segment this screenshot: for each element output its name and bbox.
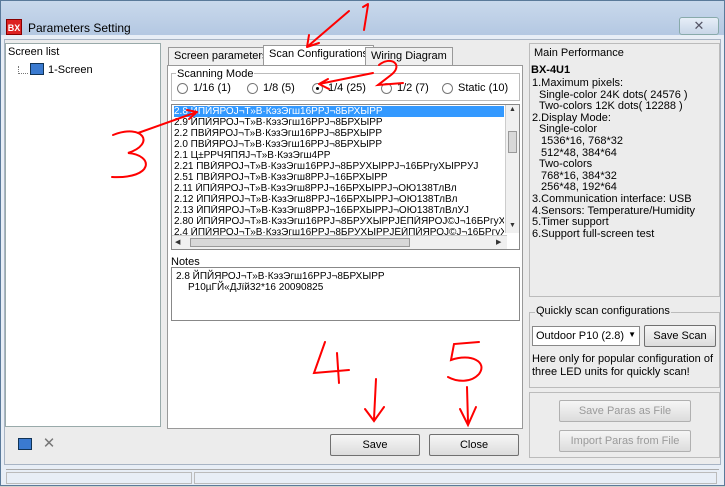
tree-connector [18, 66, 28, 74]
performance-line: Two-colors [539, 158, 593, 171]
performance-line: 6.Support full-screen test [532, 227, 655, 240]
app-logo-icon: BX [6, 19, 22, 35]
list-item[interactable]: 2.0 ПВЙЯРОЈ¬Т»В·КэзЭгш16РРЈ¬8БРХЫРР [174, 139, 504, 150]
monitor-icon [30, 63, 44, 75]
list-item[interactable]: 2.2 ПВЙЯРОЈ¬Т»В·КэзЭгш16РРЈ¬8БРХЫРР [174, 128, 504, 139]
horizontal-scroll-thumb[interactable] [190, 238, 410, 247]
vertical-scrollbar[interactable]: ▲ ▼ [505, 105, 519, 233]
list-item-selected[interactable]: 2.8 ЙПЙЯРОЈ¬Т»В·КэзЭгш16РРЈ¬8БРХЫРР [174, 106, 504, 117]
performance-line: 256*48, 192*64 [541, 181, 617, 194]
screen-list-panel: Screen list 1-Screen [5, 43, 161, 427]
radio-dot [442, 82, 453, 94]
radio-dot [177, 82, 188, 94]
list-item[interactable]: 2.51 ПВЙЯРОЈ¬Т»В·КэзЭгш8РРЈ¬16БРХЫРР [174, 172, 504, 183]
radio-label: 1/2 (7) [397, 82, 429, 94]
performance-line: Two-colors 12K dots( 12288 ) [539, 100, 683, 113]
tree-item-screen[interactable]: 1-Screen [48, 64, 93, 76]
radio-dot [381, 82, 392, 94]
screen-list-header: Screen list [8, 46, 60, 58]
quick-scan-select[interactable]: Outdoor P10 (2.8) ▼ [532, 326, 640, 346]
performance-line: Single-color [539, 123, 598, 136]
window-title: Parameters Setting [28, 21, 131, 35]
performance-line: 1.Maximum pixels: [532, 77, 624, 89]
quick-scan-title: Quickly scan configurations [535, 305, 671, 317]
scanning-mode-label: Scanning Mode [176, 68, 255, 80]
radio-label: 1/8 (5) [263, 82, 295, 94]
radio-static[interactable]: Static (10) [442, 82, 508, 94]
window-close-button[interactable]: ✕ [679, 17, 719, 35]
chevron-down-icon[interactable]: ▼ [628, 330, 636, 339]
parameters-window: BX Parameters Setting ✕ Screen list 1-Sc… [0, 0, 725, 486]
note-line: P10µГЙ«ДЈїй32*16 20090825 [188, 282, 324, 293]
list-item[interactable]: 2.12 ЙПЙЯРОЈ¬Т»В·КэзЭгш8РРЈ¬16БРХЫРРЈ¬ОЮ… [174, 194, 504, 205]
performance-line: 3.Communication interface: USB [532, 193, 692, 205]
radio-label: Static (10) [458, 82, 509, 94]
status-segment [194, 472, 717, 484]
save-paras-button[interactable]: Save Paras as File [559, 400, 691, 422]
model-name: BX-4U1 [531, 64, 571, 76]
tab-wiring-diagram[interactable]: Wiring Diagram [365, 47, 453, 65]
status-bar [6, 469, 719, 485]
radio-label: 1/16 (1) [193, 82, 231, 94]
radio-1-16[interactable]: 1/16 (1) [177, 82, 231, 94]
radio-dot-selected [312, 82, 323, 94]
list-item[interactable]: 2.11 ЙПЙЯРОЈ¬Т»В·КэзЭгш8РРЈ¬16БРХЫРРЈ¬ОЮ… [174, 183, 504, 194]
radio-1-4[interactable]: 1/4 (25) [312, 82, 366, 94]
vertical-scroll-thumb[interactable] [508, 131, 517, 153]
import-paras-button[interactable]: Import Paras from File [559, 430, 691, 452]
main-performance-title: Main Performance [534, 47, 624, 59]
delete-icon[interactable]: ✕ [42, 436, 56, 451]
performance-line: Single-color 24K dots( 24576 ) [539, 88, 688, 101]
performance-line: 1536*16, 768*32 [541, 135, 623, 147]
performance-line: 5.Timer support [532, 216, 609, 229]
note-line: 2.8 ЙПЙЯРОЈ¬Т»В·КэзЭгш16РРЈ¬8БРХЫРР [176, 271, 385, 282]
radio-1-2[interactable]: 1/2 (7) [381, 82, 429, 94]
performance-line: 768*16, 384*32 [541, 169, 617, 182]
save-scan-button[interactable]: Save Scan [644, 325, 716, 347]
list-item[interactable]: 2.21 ПВЙЯРОЈ¬Т»В·КэзЭгш16РРЈ¬8БРЎХЫРРЈ¬1… [174, 161, 504, 172]
performance-line: 512*48, 384*64 [541, 146, 617, 159]
radio-1-8[interactable]: 1/8 (5) [247, 82, 295, 94]
scroll-down-icon[interactable]: ▼ [509, 222, 516, 229]
list-item[interactable]: 2.13 ЙПЙЯРОЈ¬Т»В·КэзЭгш8РРЈ¬16БРХЫРРЈ¬ОЮ… [174, 205, 504, 216]
scan-config-list[interactable]: 2.8 ЙПЙЯРОЈ¬Т»В·КэзЭгш16РРЈ¬8БРХЫРР 2.9 … [171, 104, 520, 250]
list-item[interactable]: 2.9 ЙПЙЯРОЈ¬Т»В·КэзЭгш16РРЈ¬8БРХЫРР [174, 117, 504, 128]
list-item[interactable]: 2.80 ЙПЙЯРОЈ¬Т»В·КэзЭгш16РРЈ¬8БРЎХЫРРЈЁП… [174, 216, 504, 227]
close-button[interactable]: Close [429, 434, 519, 456]
tab-screen-parameters[interactable]: Screen parameters [168, 47, 274, 65]
horizontal-scrollbar[interactable]: ◀ ▶ [172, 235, 507, 249]
quick-scan-note: Here only for popular configuration of t… [532, 353, 713, 378]
save-button[interactable]: Save [330, 434, 420, 456]
status-segment [6, 472, 192, 484]
notes-box[interactable]: 2.8 ЙПЙЯРОЈ¬Т»В·КэзЭгш16РРЈ¬8БРХЫРР P10µ… [171, 267, 520, 321]
scroll-right-icon[interactable]: ▶ [496, 238, 501, 246]
monitor-icon[interactable] [18, 438, 32, 450]
tab-scan-configurations[interactable]: Scan Configurations [263, 45, 375, 66]
list-item[interactable]: 2.1 Ц±РРЧЯПЯЈ¬Т»В·КэзЭгш4РР [174, 150, 504, 161]
performance-line: 2.Display Mode: [532, 111, 611, 124]
quick-scan-selected: Outdoor P10 (2.8) [536, 330, 625, 342]
scroll-up-icon[interactable]: ▲ [509, 106, 516, 113]
title-bar: BX Parameters Setting ✕ [1, 1, 724, 35]
scroll-left-icon[interactable]: ◀ [175, 238, 180, 246]
radio-dot [247, 82, 258, 94]
performance-line: 4.Sensors: Temperature/Humidity [532, 204, 696, 217]
radio-label: 1/4 (25) [328, 82, 366, 94]
